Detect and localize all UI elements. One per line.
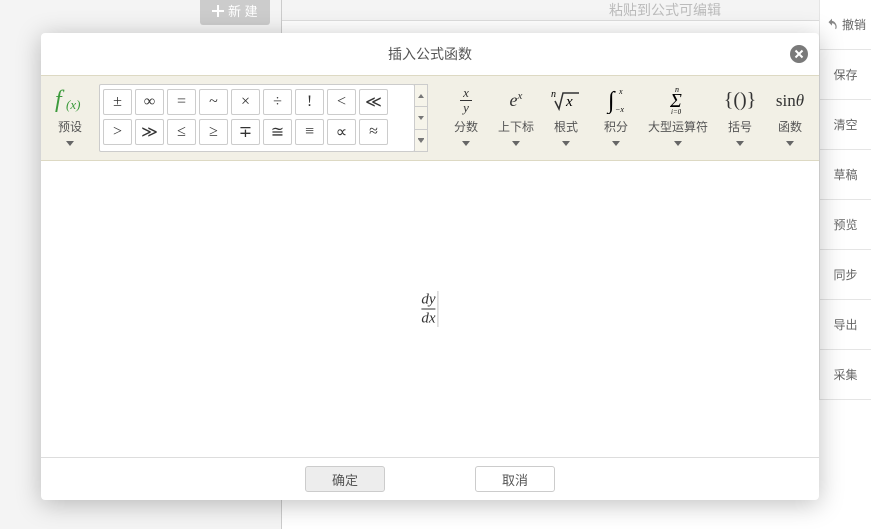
scroll-down[interactable] xyxy=(414,107,428,129)
symbol-tilde[interactable]: ~ xyxy=(199,89,228,115)
symbol-proportional[interactable]: ∝ xyxy=(327,119,356,145)
symbol-lessequal[interactable]: ≤ xyxy=(167,119,196,145)
subsup-label: 上下标 xyxy=(498,118,534,135)
symbol-infinity[interactable]: ∞ xyxy=(135,89,164,115)
fraction-group[interactable]: xy 分数 xyxy=(445,84,487,152)
sidebar-save[interactable]: 保存 xyxy=(819,50,871,100)
symbol-factorial[interactable]: ! xyxy=(295,89,324,115)
fraction-label: 分数 xyxy=(454,118,478,135)
chevron-down-icon xyxy=(462,141,470,146)
svg-text:n: n xyxy=(551,89,556,100)
formula-content[interactable]: dy dx xyxy=(421,292,438,327)
new-button-label: 新 建 xyxy=(228,1,258,20)
chevron-down-icon xyxy=(418,116,424,120)
symbol-plusminus[interactable]: ± xyxy=(103,89,132,115)
bigop-group[interactable]: nΣi=0 大型运算符 xyxy=(645,84,711,152)
sidebar-draft[interactable]: 草稿 xyxy=(819,150,871,200)
radical-group[interactable]: nx 根式 xyxy=(545,84,587,152)
background-faded-text: 粘贴到公式可编辑 xyxy=(609,0,721,20)
symbol-equals[interactable]: = xyxy=(167,89,196,115)
formula-canvas[interactable]: dy dx xyxy=(41,161,819,457)
preset-label: 预设 xyxy=(58,118,82,135)
symbol-muchless[interactable]: ≪ xyxy=(359,89,388,115)
bracket-group[interactable]: {()} 括号 xyxy=(719,84,761,152)
svg-text:−x: −x xyxy=(615,105,624,114)
symbol-minusplus[interactable]: ∓ xyxy=(231,119,260,145)
chevron-down-icon xyxy=(562,141,570,146)
cancel-button[interactable]: 取消 xyxy=(475,466,555,492)
chevron-down-icon xyxy=(512,141,520,146)
ok-button[interactable]: 确定 xyxy=(305,466,385,492)
integral-group[interactable]: ∫x−x 积分 xyxy=(595,84,637,152)
symbol-divide[interactable]: ÷ xyxy=(263,89,292,115)
right-sidebar: 撤销 保存 清空 草稿 预览 同步 导出 采集 xyxy=(819,0,871,400)
function-icon: sinθ xyxy=(772,84,808,116)
chevron-down-icon xyxy=(674,141,682,146)
sidebar-preview[interactable]: 预览 xyxy=(819,200,871,250)
preset-group[interactable]: f(x) 预设 xyxy=(49,84,91,152)
function-label: 函数 xyxy=(778,118,802,135)
symbol-grid: ± ∞ = ~ × ÷ ! < ≪ > ≫ ≤ ≥ ∓ ≅ ≡ ∝ ≈ xyxy=(99,84,415,152)
symbol-greaterequal[interactable]: ≥ xyxy=(199,119,228,145)
fraction-line xyxy=(421,309,435,310)
svg-text:x: x xyxy=(618,87,623,96)
modal-title: 插入公式函数 xyxy=(388,44,472,64)
sidebar-undo[interactable]: 撤销 xyxy=(819,0,871,50)
chevron-up-icon xyxy=(418,94,424,98)
plus-icon xyxy=(212,5,224,17)
sidebar-clear[interactable]: 清空 xyxy=(819,100,871,150)
summation-icon: nΣi=0 xyxy=(660,84,696,116)
radical-label: 根式 xyxy=(554,118,578,135)
preset-icon: f(x) xyxy=(52,84,88,116)
bracket-icon: {()} xyxy=(722,84,758,116)
symbol-times[interactable]: × xyxy=(231,89,260,115)
undo-icon xyxy=(825,18,839,32)
sidebar-collect[interactable]: 采集 xyxy=(819,350,871,400)
integral-icon: ∫x−x xyxy=(598,84,634,116)
scroll-up[interactable] xyxy=(414,84,428,107)
more-icon xyxy=(418,139,424,143)
bracket-label: 括号 xyxy=(728,118,752,135)
symbol-congruent[interactable]: ≅ xyxy=(263,119,292,145)
svg-text:f: f xyxy=(55,87,65,113)
sidebar-sync[interactable]: 同步 xyxy=(819,250,871,300)
formula-modal: 插入公式函数 f(x) 预设 ± ∞ = ~ × ÷ ! < ≪ xyxy=(41,33,819,500)
chevron-down-icon xyxy=(736,141,744,146)
radical-icon: nx xyxy=(548,84,584,116)
sidebar-export[interactable]: 导出 xyxy=(819,300,871,350)
close-icon xyxy=(789,44,809,64)
bigop-label: 大型运算符 xyxy=(648,118,708,135)
denominator: dx xyxy=(421,311,435,327)
symbol-row-1: ± ∞ = ~ × ÷ ! < ≪ xyxy=(103,89,411,115)
symbol-scroll xyxy=(414,84,428,152)
chevron-down-icon xyxy=(786,141,794,146)
svg-text:i=0: i=0 xyxy=(671,108,682,115)
fraction-icon: xy xyxy=(448,84,484,116)
symbol-identical[interactable]: ≡ xyxy=(295,119,324,145)
symbol-muchgreater[interactable]: ≫ xyxy=(135,119,164,145)
function-group[interactable]: sinθ 函数 xyxy=(769,84,811,152)
modal-title-bar: 插入公式函数 xyxy=(41,33,819,75)
scroll-more[interactable] xyxy=(414,130,428,152)
symbol-approx[interactable]: ≈ xyxy=(359,119,388,145)
svg-text:x: x xyxy=(565,94,573,110)
symbol-lessthan[interactable]: < xyxy=(327,89,356,115)
sidebar-undo-label: 撤销 xyxy=(842,16,866,33)
symbol-row-2: > ≫ ≤ ≥ ∓ ≅ ≡ ∝ ≈ xyxy=(103,119,411,145)
close-button[interactable] xyxy=(789,44,809,64)
modal-footer: 确定 取消 xyxy=(41,458,819,500)
exponent-icon: ex xyxy=(498,84,534,116)
subsup-group[interactable]: ex 上下标 xyxy=(495,84,537,152)
integral-label: 积分 xyxy=(604,118,628,135)
new-button: 新 建 xyxy=(200,0,270,25)
svg-text:(x): (x) xyxy=(66,97,80,112)
chevron-down-icon xyxy=(66,141,74,146)
chevron-down-icon xyxy=(612,141,620,146)
symbol-greaterthan[interactable]: > xyxy=(103,119,132,145)
numerator: dy xyxy=(421,292,435,308)
toolbar: f(x) 预设 ± ∞ = ~ × ÷ ! < ≪ > ≫ ≤ ≥ xyxy=(41,75,819,161)
